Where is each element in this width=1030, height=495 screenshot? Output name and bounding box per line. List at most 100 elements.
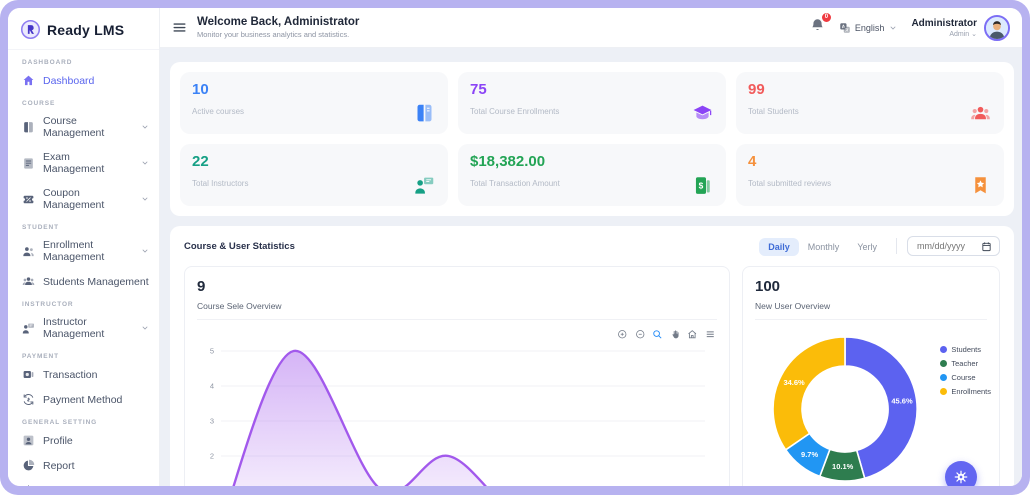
- chevron-down-icon: [141, 195, 149, 203]
- tab-daily[interactable]: Daily: [759, 238, 799, 256]
- statistics-controls: DailyMonthlyYerly: [759, 236, 1000, 256]
- divider: [755, 319, 987, 320]
- sidebar-item-label: Report: [43, 460, 75, 472]
- sidebar-item-transaction[interactable]: Transaction: [8, 362, 159, 387]
- date-input[interactable]: [915, 240, 975, 252]
- legend-dot: [940, 360, 947, 367]
- sidebar-item-coupon-management[interactable]: Coupon Management: [8, 181, 159, 217]
- chevron-down-icon: [889, 24, 897, 32]
- legend-item-course[interactable]: Course: [940, 373, 991, 382]
- sidebar-item-report[interactable]: Report: [8, 453, 159, 478]
- legend-item-teacher[interactable]: Teacher: [940, 359, 991, 368]
- new-user-title: New User Overview: [755, 301, 987, 311]
- enrollment-icon: [22, 245, 35, 258]
- sidebar-item-label: Coupon Management: [43, 187, 133, 211]
- sidebar-item-dashboard[interactable]: Dashboard: [8, 68, 159, 93]
- sidebar-item-payment-method[interactable]: Payment Method: [8, 387, 159, 412]
- sidebar-item-label: Students Management: [43, 276, 149, 288]
- sidebar-item-label: Profile: [43, 435, 73, 447]
- sidebar-section-label: COURSE: [22, 100, 159, 107]
- legend-item-students[interactable]: Students: [940, 345, 991, 354]
- stat-value: 10: [192, 81, 436, 98]
- sidebar-item-instructor-management[interactable]: Instructor Management: [8, 310, 159, 346]
- menu-lines-icon[interactable]: [705, 329, 716, 340]
- stat-label: Total submitted reviews: [748, 179, 992, 188]
- sidebar-section-label: INSTRUCTOR: [22, 301, 159, 308]
- stat-card-total-course-enrollments: 75 Total Course Enrollments: [458, 72, 726, 134]
- donut-chart: 45.6%10.1%9.7%34.6%: [751, 323, 941, 486]
- calendar-icon[interactable]: [981, 241, 992, 252]
- sidebar-item-course-management[interactable]: Course Management: [8, 109, 159, 145]
- pan-icon[interactable]: [670, 329, 681, 340]
- sidebar-item-enrollment-management[interactable]: Enrollment Management: [8, 233, 159, 269]
- sidebar-item-profile[interactable]: Profile: [8, 428, 159, 453]
- stat-card-total-transaction-amount: $18,382.00 Total Transaction Amount$: [458, 144, 726, 206]
- language-label: English: [855, 23, 885, 33]
- svg-text:2: 2: [210, 452, 214, 461]
- tab-yerly[interactable]: Yerly: [848, 238, 886, 256]
- topbar: Welcome Back, Administrator Monitor your…: [160, 8, 1022, 48]
- svg-text:$: $: [699, 180, 704, 190]
- stat-value: 75: [470, 81, 714, 98]
- stat-label: Active courses: [192, 107, 436, 116]
- chevron-down-icon: [141, 159, 149, 167]
- legend-label: Students: [951, 345, 981, 354]
- svg-text:4: 4: [210, 382, 214, 391]
- reviews-badge-icon: [970, 175, 991, 196]
- settings-icon: [22, 484, 35, 486]
- course-icon: [22, 121, 35, 134]
- tab-monthly[interactable]: Monthly: [799, 238, 849, 256]
- stat-label: Total Transaction Amount: [470, 179, 714, 188]
- sidebar-item-students-management[interactable]: Students Management: [8, 269, 159, 294]
- notifications-button[interactable]: 0: [810, 18, 825, 38]
- donut-legend: Students Teacher Course Enrollments: [940, 345, 991, 401]
- stat-card-total-submitted-reviews: 4Total submitted reviews: [736, 144, 1004, 206]
- stat-label: Total Students: [748, 107, 992, 116]
- sidebar-item-label: Settings: [43, 485, 81, 487]
- stat-label: Total Instructors: [192, 179, 436, 188]
- user-name: Administrator: [911, 18, 977, 29]
- statistics-header: Course & User Statistics DailyMonthlyYer…: [184, 236, 1000, 256]
- sidebar-nav: DASHBOARDDashboardCOURSECourse Managemen…: [8, 50, 159, 486]
- svg-text:5: 5: [210, 347, 214, 356]
- user-menu[interactable]: Administrator Admin ⌄: [911, 15, 1010, 41]
- sidebar-section-label: PAYMENT: [22, 353, 159, 360]
- transaction-icon: [22, 368, 35, 381]
- logo[interactable]: Ready LMS: [8, 8, 159, 50]
- home-icon[interactable]: [687, 329, 698, 340]
- course-sale-total: 9: [197, 278, 717, 295]
- course-sale-chart-card: 9 Course Sele Overview 54321: [184, 266, 730, 486]
- language-selector[interactable]: English: [839, 22, 898, 34]
- sidebar-item-exam-management[interactable]: Exam Management: [8, 145, 159, 181]
- chevron-down-icon: [141, 247, 149, 255]
- sidebar-section-label: GENERAL SETTING: [22, 419, 159, 426]
- avatar: [984, 15, 1010, 41]
- settings-fab[interactable]: [945, 461, 977, 486]
- payment-method-icon: [22, 393, 35, 406]
- students-icon: [22, 275, 35, 288]
- sidebar-item-settings[interactable]: Settings: [8, 478, 159, 486]
- enrollments-graduate-icon: [692, 103, 713, 124]
- content-area: 10 Active courses 75 Total Course Enrollmen…: [160, 48, 1022, 486]
- zoom-in-icon[interactable]: [617, 329, 628, 340]
- legend-label: Enrollments: [951, 387, 991, 396]
- legend-dot: [940, 388, 947, 395]
- stat-value: $18,382.00: [470, 153, 714, 170]
- zoom-out-icon[interactable]: [635, 329, 646, 340]
- statistics-title: Course & User Statistics: [184, 241, 295, 252]
- selection-zoom-icon[interactable]: [652, 329, 663, 340]
- donut-slice-enrollments: [773, 337, 845, 450]
- instructor-board-icon: [414, 175, 435, 196]
- profile-icon: [22, 434, 35, 447]
- svg-text:34.6%: 34.6%: [783, 378, 805, 387]
- legend-item-enrollments[interactable]: Enrollments: [940, 387, 991, 396]
- legend-label: Course: [951, 373, 975, 382]
- sidebar-item-label: Payment Method: [43, 394, 122, 406]
- notification-badge: 0: [821, 12, 832, 23]
- area-chart: 54321: [191, 341, 715, 486]
- stats-panel: 10 Active courses 75 Total Course Enrollmen…: [170, 62, 1014, 216]
- hamburger-menu-icon[interactable]: [172, 20, 187, 35]
- chart-toolbar: [617, 329, 715, 340]
- stat-label: Total Course Enrollments: [470, 107, 714, 116]
- app-window: Ready LMS DASHBOARDDashboardCOURSECourse…: [8, 8, 1022, 486]
